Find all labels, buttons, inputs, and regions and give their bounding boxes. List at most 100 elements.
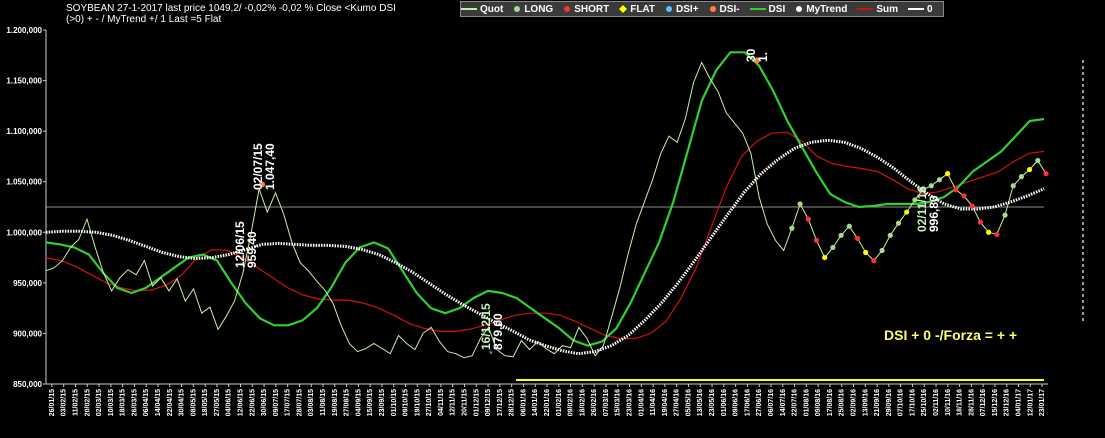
- signal-point: [813, 237, 820, 243]
- x-tick-label: 09/10/15: [403, 389, 410, 416]
- signal-point: [822, 254, 828, 261]
- x-tick-label: 17/06/16: [744, 389, 751, 416]
- signal-point: [969, 203, 975, 209]
- x-tick-label: 12/01/17: [1027, 389, 1034, 416]
- x-tick-label: 10/11/16: [945, 389, 952, 416]
- x-tick-label: 23/03/16: [627, 389, 634, 416]
- y-tick-label: 1.150,000: [6, 77, 42, 86]
- x-tick-label: 03/02/15: [61, 389, 68, 416]
- x-tick-label: 25/10/16: [921, 389, 928, 416]
- signal-point: [838, 232, 844, 238]
- x-tick-label: 09/02/16: [568, 389, 575, 416]
- x-tick-label: 15/09/15: [367, 389, 374, 416]
- x-tick-label: 14/07/16: [780, 389, 787, 416]
- series-dsi-line: [45, 51, 1045, 347]
- x-tick-label: 04/09/15: [355, 389, 362, 416]
- x-tick-label: 06/07/16: [768, 389, 775, 416]
- x-tick-label: 19/08/15: [332, 389, 339, 416]
- signal-point: [1018, 174, 1025, 180]
- chart-area: 850,000 900,000 950,000 1.000,000 1.050,000 1…: [6, 26, 1084, 416]
- x-tick-label: 18/02/16: [579, 389, 586, 416]
- signal-point: [1002, 212, 1008, 218]
- signal-point: [986, 229, 992, 235]
- signal-point: [1043, 171, 1049, 177]
- y-tick-label: 1.100,000: [6, 127, 42, 136]
- signal-point: [789, 225, 795, 231]
- x-tick-label: 04/11/15: [438, 389, 445, 416]
- y-tick-label: 1.050,000: [6, 178, 42, 187]
- series-sum-line: [45, 131, 1045, 340]
- x-tick-label: 18/11/16: [957, 389, 964, 416]
- signal-point: [953, 187, 959, 193]
- x-tick-label: 13/05/16: [697, 389, 704, 416]
- annotation-label: 1.047,40: [263, 143, 277, 190]
- x-tick-label: 20/11/15: [461, 389, 468, 416]
- x-tick-label: 15/12/16: [992, 389, 999, 416]
- x-tick-label: 02/09/16: [850, 389, 857, 416]
- x-tick-label: 30/06/15: [261, 389, 268, 416]
- signal-point: [863, 249, 869, 256]
- x-tick-label: 09/07/15: [273, 389, 280, 416]
- x-tick-label: 27/10/15: [426, 389, 433, 416]
- x-tick-label: 30/04/15: [179, 389, 186, 416]
- x-tick-label: 17/08/16: [827, 389, 834, 416]
- signal-point: [879, 247, 885, 254]
- signal-point: [977, 219, 984, 225]
- x-tick-label: 28/12/15: [509, 389, 516, 416]
- signal-point: [854, 235, 861, 241]
- x-tick-label: 06/04/15: [143, 389, 150, 416]
- signal-point: [1027, 166, 1033, 173]
- signal-point: [945, 171, 951, 177]
- y-tick-label: 1.200,000: [6, 26, 42, 35]
- x-tick-label: 20/02/15: [84, 389, 91, 416]
- x-tick-label: 21/09/16: [874, 389, 881, 416]
- signal-point: [994, 231, 1000, 237]
- dsi-plus-marker: *: [489, 350, 493, 361]
- x-tick-label: 05/05/16: [685, 389, 692, 416]
- annotation-label: 1.: [756, 52, 770, 62]
- x-tick-label: 12/06/15: [238, 389, 245, 416]
- x-tick-label: 03/08/15: [308, 389, 315, 416]
- signal-point: [830, 244, 836, 251]
- signal-point: [797, 201, 803, 207]
- y-tick-label: 950,000: [13, 279, 42, 288]
- x-tick-label: 26/01/15: [49, 389, 56, 416]
- annotation-label: 959,40: [245, 231, 259, 268]
- series-mytrend-line: [45, 138, 1045, 356]
- x-tick-label: 17/07/15: [285, 389, 292, 416]
- x-tick-label: 26/03/15: [131, 389, 138, 416]
- x-tick-label: 29/09/16: [886, 389, 893, 416]
- x-tick-label: 01/02/16: [556, 389, 563, 416]
- x-tick-label: 04/01/17: [1016, 389, 1023, 416]
- x-tick-label: 09/08/16: [815, 389, 822, 416]
- signal-point: [904, 209, 910, 215]
- x-tick-label: 04/06/15: [226, 389, 233, 416]
- annotation-label: 879,00: [491, 313, 505, 350]
- x-tick-label: 06/01/16: [520, 389, 527, 416]
- x-tick-label: 08/05/15: [190, 389, 197, 416]
- x-tick-label: 01/08/16: [803, 389, 810, 416]
- x-tick-label: 19/04/16: [662, 389, 669, 416]
- x-tick-label: 14/04/15: [155, 389, 162, 416]
- signal-point: [1010, 183, 1016, 189]
- x-tick-label: 12/11/15: [450, 389, 457, 416]
- x-tick-label: 27/06/16: [756, 389, 763, 416]
- x-tick-label: 27/04/16: [674, 389, 681, 416]
- x-tick-label: 14/01/16: [532, 389, 539, 416]
- x-tick-label: 01/06/16: [721, 389, 728, 416]
- x-tick-label: 23/12/16: [1004, 389, 1011, 416]
- x-tick-label: 22/04/15: [167, 389, 174, 416]
- x-tick-label: 18/05/15: [202, 389, 209, 416]
- x-tick-label: 11/08/15: [320, 389, 327, 416]
- x-tick-label: 13/09/16: [862, 389, 869, 416]
- signal-point: [887, 232, 893, 238]
- x-tick-label: 23/01/17: [1039, 389, 1046, 416]
- x-tick-label: 01/10/15: [391, 389, 398, 416]
- x-tick-label: 28/07/15: [296, 389, 303, 416]
- signal-point: [928, 183, 934, 189]
- x-tick-label: 10/03/15: [108, 389, 115, 416]
- dsi-status-label: DSI + 0 -/Forza = + +: [884, 327, 1018, 343]
- x-tick-label: 07/03/16: [603, 389, 610, 416]
- x-tick-label: 18/03/15: [120, 389, 127, 416]
- x-tick-label: 01/04/16: [638, 389, 645, 416]
